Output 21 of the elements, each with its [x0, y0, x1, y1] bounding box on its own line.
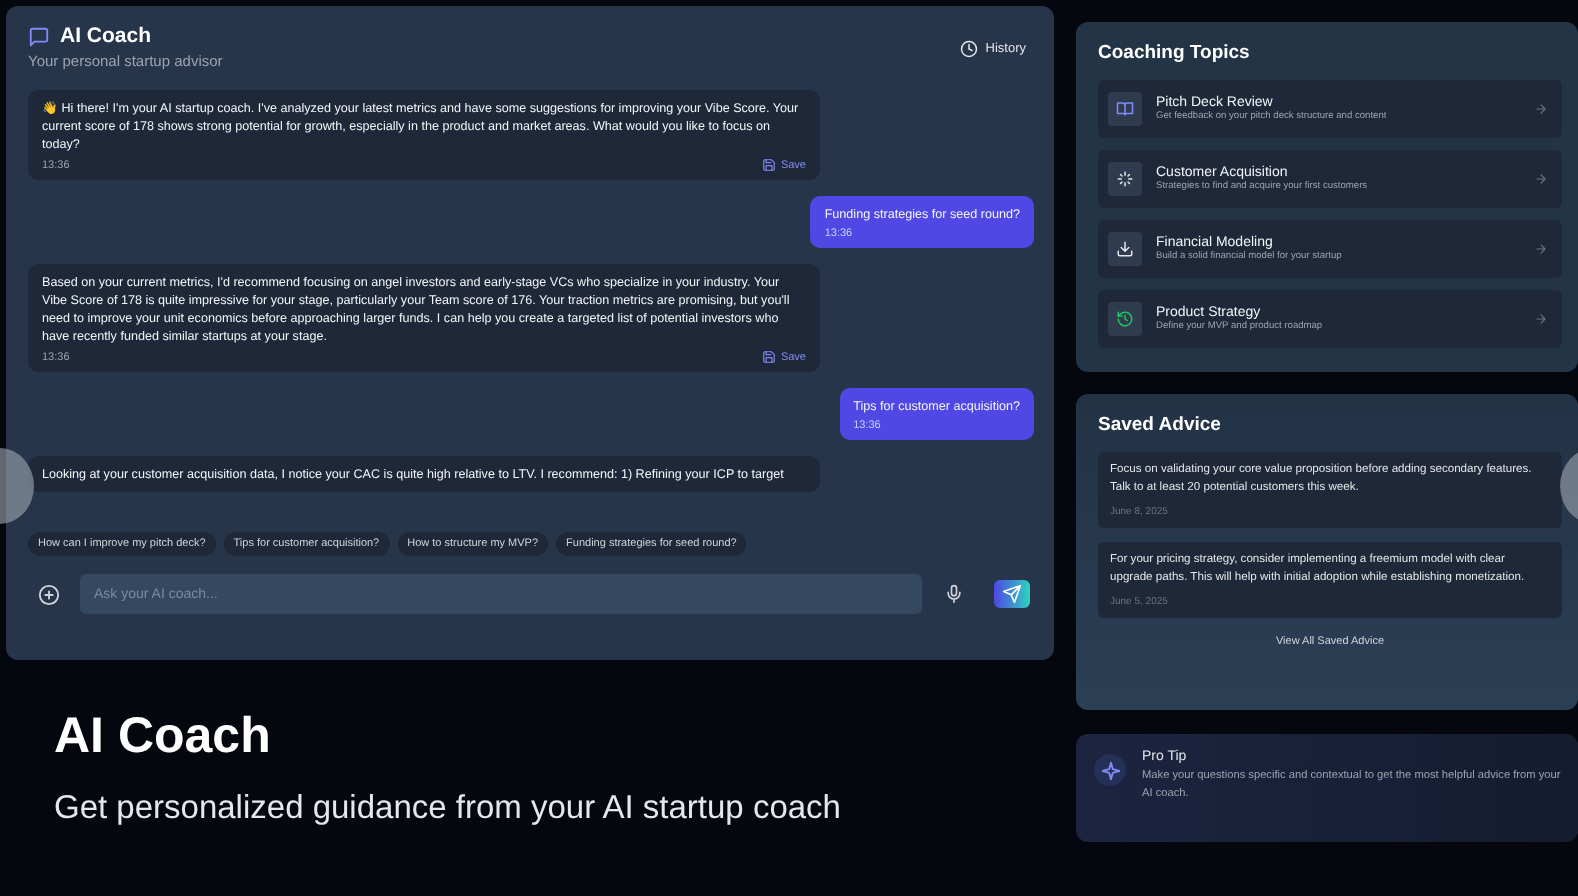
book-icon	[1116, 100, 1134, 118]
clock-icon	[959, 40, 978, 58]
arrow-right-icon	[1534, 172, 1548, 186]
panel-title: Saved Advice	[1098, 414, 1223, 436]
hero-subtitle: Get personalized guidance from your AI startup coach	[54, 790, 843, 828]
arrow-right-icon	[1534, 312, 1548, 326]
floppy-disk-icon	[762, 350, 777, 364]
paper-plane-icon	[1002, 584, 1022, 604]
download-icon	[1116, 240, 1134, 258]
send-button[interactable]	[994, 580, 1030, 608]
hero-title: AI Coach	[54, 708, 273, 766]
panel-title: Coaching Topics	[1098, 42, 1252, 64]
arrow-right-icon	[1534, 242, 1548, 256]
history-icon	[1116, 310, 1134, 328]
sparkles-icon	[1116, 170, 1134, 188]
plus-circle-icon	[37, 583, 59, 605]
microphone-icon	[944, 584, 964, 604]
arrow-right-icon	[1534, 102, 1548, 116]
chat-bubble-icon	[28, 25, 50, 47]
floppy-disk-icon	[762, 158, 777, 172]
chat-title: AI Coach	[60, 24, 152, 48]
